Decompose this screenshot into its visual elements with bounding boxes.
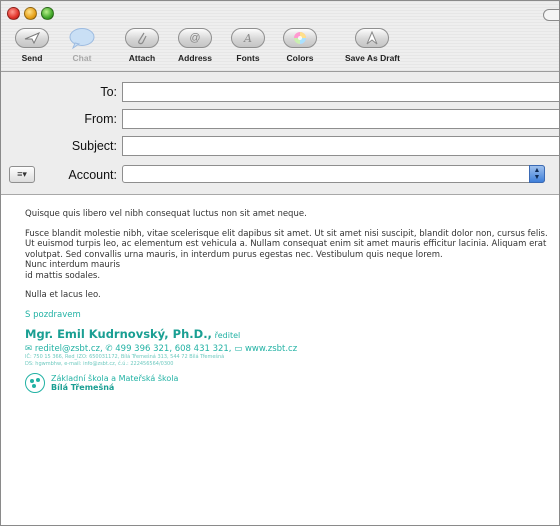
save-as-draft-button[interactable]: Save As Draft	[345, 28, 400, 63]
from-field[interactable]	[122, 109, 559, 129]
to-field[interactable]	[122, 82, 559, 102]
send-label: Send	[21, 53, 43, 63]
header-options-menu-button[interactable]: ≡▾	[9, 166, 35, 183]
paragraph-2-main: Fusce blandit molestie nibh, vitae scele…	[25, 228, 548, 260]
select-arrows-icon: ▲ ▼	[529, 165, 545, 183]
school-name-line-1: Základní škola a Mateřská škola	[51, 373, 179, 383]
from-label: From:	[84, 112, 117, 126]
letter-a-icon: A	[244, 31, 252, 45]
signature-role: ředitel	[214, 331, 241, 340]
message-headers: To: From: Subject: ≡▾ Account: ▲ ▼	[1, 72, 559, 195]
color-wheel-icon	[294, 32, 306, 44]
signature-contact: ✉ reditel@zsbt.cz, ✆ 499 396 321, 608 43…	[25, 344, 555, 355]
signature-bank-line: DS: hgwmbhw, e-mail: info@zsbt.cz, č.ú.:…	[25, 360, 174, 367]
phone-icon: ✆	[105, 343, 113, 354]
account-label: Account:	[68, 168, 117, 182]
subject-label: Subject:	[71, 139, 117, 153]
to-label: To:	[100, 85, 117, 99]
window-controls	[7, 7, 54, 20]
attach-label: Attach	[128, 53, 156, 63]
list-menu-icon: ≡▾	[17, 169, 27, 179]
subject-row: Subject:	[1, 136, 559, 158]
school-logo-icon	[25, 373, 45, 393]
school-name-line-2: Bílá Třemešná	[51, 383, 115, 392]
signature: Mgr. Emil Kudrnovský, Ph.D., ředitel ✉ r…	[25, 327, 555, 393]
address-label: Address	[178, 53, 213, 63]
fonts-button[interactable]: A Fonts	[231, 28, 265, 63]
paragraph-3: Nulla et lacus leo.	[25, 290, 101, 300]
colors-button[interactable]: Colors	[283, 28, 317, 63]
signature-web[interactable]: www.zsbt.cz	[245, 344, 297, 354]
from-row: From:	[1, 109, 559, 131]
school-name: Základní škola a Mateřská škola Bílá Tře…	[51, 374, 178, 393]
zoom-button[interactable]	[41, 7, 54, 20]
paperclip-icon	[138, 32, 147, 45]
draft-icon	[367, 31, 378, 45]
paragraph-2: Fusce blandit molestie nibh, vitae scele…	[25, 229, 555, 282]
toolbar-toggle-button[interactable]	[543, 9, 559, 21]
save-as-draft-label: Save As Draft	[345, 53, 400, 63]
paragraph-2-line-2: Nunc interdum mauris	[25, 260, 121, 270]
speech-bubble-icon	[69, 28, 95, 49]
monitor-icon: ▭	[234, 343, 243, 354]
attach-button[interactable]: Attach	[125, 28, 159, 63]
envelope-icon: ✉	[25, 343, 33, 354]
signature-name: Mgr. Emil Kudrnovský, Ph.D.,	[25, 327, 212, 341]
colors-label: Colors	[286, 53, 314, 63]
chat-label: Chat	[72, 53, 92, 63]
paragraph-2-line-3: id mattis sodales.	[25, 270, 101, 281]
signature-email[interactable]: reditel@zsbt.cz,	[35, 344, 103, 354]
greeting: S pozdravem	[25, 309, 81, 320]
minimize-button[interactable]	[24, 7, 37, 20]
paragraph-1: Quisque quis libero vel nibh consequat l…	[25, 209, 307, 219]
address-button[interactable]: @ Address	[178, 28, 212, 63]
close-button[interactable]	[7, 7, 20, 20]
signature-phone: 499 396 321, 608 431 321,	[115, 343, 232, 354]
account-row: ≡▾ Account: ▲ ▼	[1, 165, 559, 187]
school-block: Základní škola a Mateřská škola Bílá Tře…	[25, 373, 555, 393]
compose-window: Send Chat Attach @ Address A Fonts Color…	[0, 0, 560, 526]
paper-plane-icon	[24, 32, 40, 44]
message-body[interactable]: Quisque quis libero vel nibh consequat l…	[1, 195, 559, 525]
fonts-label: Fonts	[236, 53, 260, 63]
account-select[interactable]: ▲ ▼	[122, 165, 545, 183]
send-button[interactable]: Send	[15, 28, 49, 63]
to-row: To:	[1, 82, 559, 104]
subject-field[interactable]	[122, 136, 559, 156]
chat-button[interactable]: Chat	[65, 28, 99, 63]
message-content: Quisque quis libero vel nibh consequat l…	[25, 209, 555, 393]
at-sign-icon: @	[189, 31, 201, 44]
title-toolbar-area: Send Chat Attach @ Address A Fonts Color…	[1, 1, 559, 72]
